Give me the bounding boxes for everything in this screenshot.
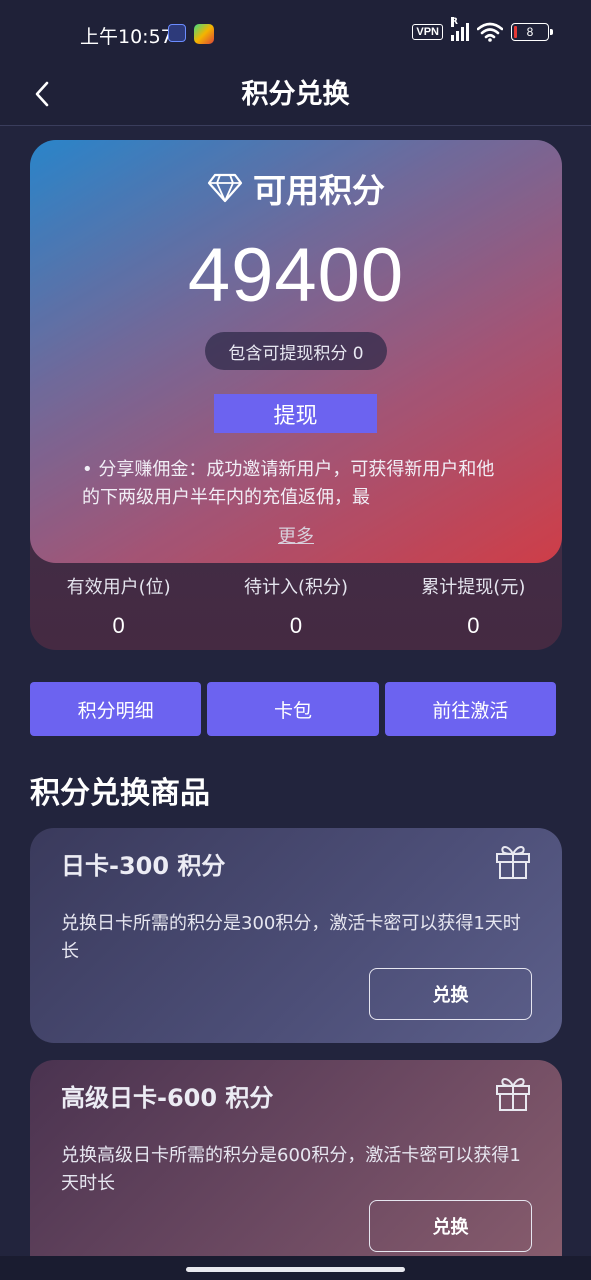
stat-label: 有效用户(位) <box>66 577 171 598</box>
action-buttons: 积分明细 卡包 前往激活 <box>30 682 556 736</box>
stat-total-withdrawn: 累计提现(元) 0 <box>385 573 562 639</box>
product-card: 高级日卡-600 积分 兑换高级日卡所需的积分是600积分，激活卡密可以获得1天… <box>30 1060 562 1280</box>
gift-icon <box>496 846 530 879</box>
wifi-icon <box>477 22 503 42</box>
redeem-button[interactable]: 兑换 <box>369 1200 532 1252</box>
status-indicators: VPN R 8 <box>412 17 553 42</box>
points-detail-button[interactable]: 积分明细 <box>30 682 202 736</box>
product-description: 兑换高级日卡所需的积分是600积分，激活卡密可以获得1天时长 <box>61 1145 521 1194</box>
stat-value: 0 <box>289 613 303 638</box>
withdrawable-points-pill: 包含可提现积分 0 <box>205 332 387 370</box>
page-title: 积分兑换 <box>241 79 350 110</box>
product-title: 日卡-300 积分 <box>61 852 226 880</box>
go-activate-button[interactable]: 前往激活 <box>384 682 556 736</box>
status-time: 上午10:57 <box>80 26 173 48</box>
battery-icon: 8 <box>511 23 553 41</box>
roaming-indicator: R <box>451 17 458 27</box>
stat-label: 累计提现(元) <box>421 577 526 598</box>
points-title-row: 可用积分 <box>30 164 562 212</box>
points-title: 可用积分 <box>253 171 385 210</box>
home-indicator[interactable] <box>186 1267 405 1272</box>
app-store-icon <box>194 24 214 44</box>
diamond-icon <box>207 173 243 203</box>
withdraw-button[interactable]: 提现 <box>214 394 377 433</box>
section-title: 积分兑换商品 <box>30 776 210 811</box>
status-bar: 上午10:57 VPN R 8 <box>0 0 591 64</box>
system-nav-bar <box>0 1256 591 1280</box>
more-link[interactable]: 更多 <box>30 522 562 548</box>
referral-description: • 分享赚佣金：成功邀请新用户，可获得新用户和他的下两级用户半年内的充值返佣，最 <box>82 459 495 508</box>
stat-label: 待计入(积分) <box>243 577 349 598</box>
stat-pending-points: 待计入(积分) 0 <box>207 573 384 639</box>
stat-value: 0 <box>467 613 480 638</box>
product-description: 兑换日卡所需的积分是300积分，激活卡密可以获得1天时长 <box>61 913 521 962</box>
card-wallet-button[interactable]: 卡包 <box>207 682 379 736</box>
points-card: 可用积分 49400 包含可提现积分 0 提现 • 分享赚佣金：成功邀请新用户，… <box>30 140 562 563</box>
app-notification-icon <box>168 24 186 42</box>
gift-icon <box>496 1078 530 1111</box>
product-card: 日卡-300 积分 兑换日卡所需的积分是300积分，激活卡密可以获得1天时长 兑… <box>30 828 562 1043</box>
product-title: 高级日卡-600 积分 <box>61 1084 274 1112</box>
stat-valid-users: 有效用户(位) 0 <box>30 573 207 639</box>
vpn-badge: VPN <box>412 24 443 40</box>
stat-value: 0 <box>112 613 125 638</box>
redeem-button[interactable]: 兑换 <box>369 968 532 1020</box>
battery-level: 8 <box>526 25 534 39</box>
cell-signal-icon: R <box>451 17 469 41</box>
points-value: 49400 <box>187 233 405 318</box>
app-header: 积分兑换 <box>0 64 591 126</box>
stats-row: 有效用户(位) 0 待计入(积分) 0 累计提现(元) 0 <box>30 573 562 639</box>
